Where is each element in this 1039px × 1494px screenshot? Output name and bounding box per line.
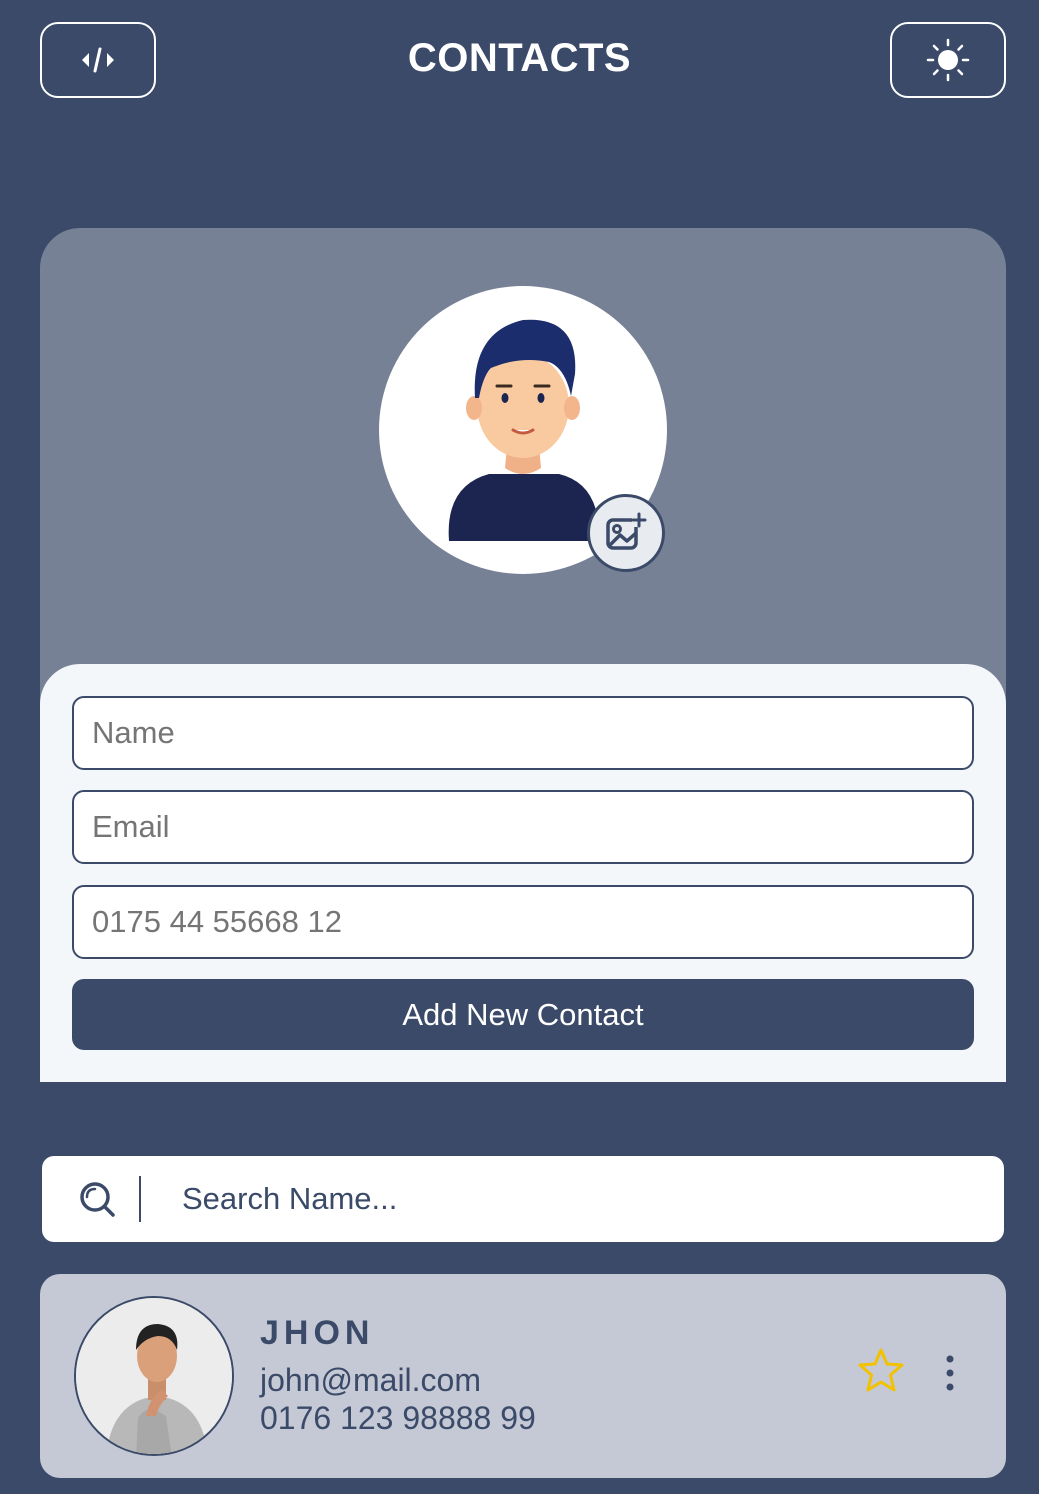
contact-phone: 0176 123 98888 99 — [260, 1400, 536, 1436]
name-input[interactable] — [72, 696, 974, 770]
page-title: CONTACTS — [407, 36, 632, 80]
more-vertical-icon[interactable] — [938, 1354, 962, 1394]
star-outline-icon[interactable] — [856, 1346, 906, 1396]
search-divider — [139, 1176, 141, 1222]
sun-icon — [926, 38, 970, 82]
contact-email: john@mail.com — [260, 1362, 481, 1398]
upload-photo-button[interactable] — [587, 494, 665, 572]
email-input[interactable] — [72, 790, 974, 864]
phone-input[interactable] — [72, 885, 974, 959]
add-image-icon — [606, 512, 647, 550]
search-icon — [80, 1182, 115, 1217]
theme-toggle-button[interactable] — [890, 22, 1006, 98]
contact-card[interactable]: JHON john@mail.com 0176 123 98888 99 — [40, 1274, 1006, 1478]
contact-avatar — [74, 1296, 234, 1456]
contact-photo-image — [76, 1298, 232, 1454]
add-contact-button[interactable]: Add New Contact — [72, 979, 974, 1050]
contact-name: JHON — [260, 1314, 375, 1352]
search-input[interactable] — [182, 1170, 982, 1228]
search-bar — [42, 1156, 1004, 1242]
